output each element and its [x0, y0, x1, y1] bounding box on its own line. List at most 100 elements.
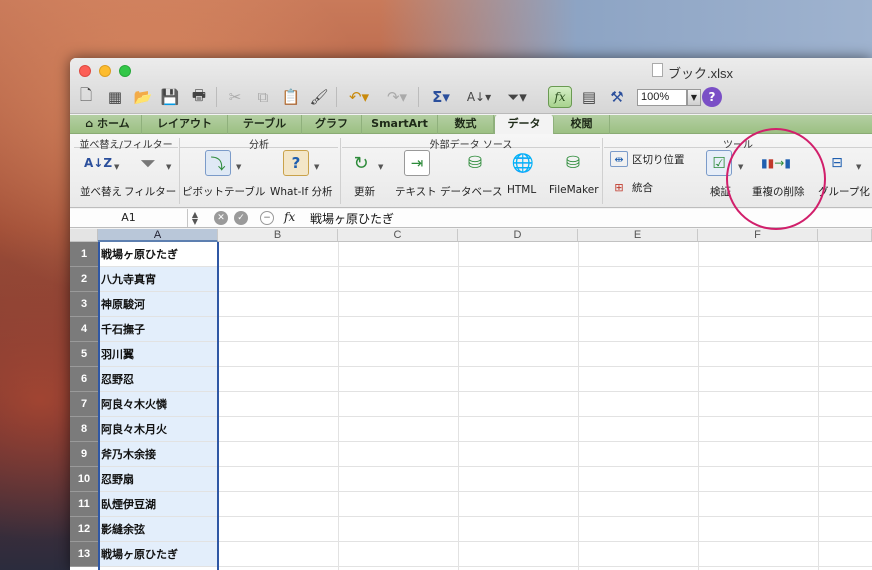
- cell-a5[interactable]: 羽川翼: [98, 342, 218, 367]
- row-header[interactable]: 8: [70, 417, 98, 442]
- undo-icon[interactable]: ↶▾: [344, 86, 374, 108]
- save-icon[interactable]: 💾: [160, 86, 180, 108]
- cell-a3[interactable]: 神原駿河: [98, 292, 218, 317]
- text-to-columns-button[interactable]: ⇹ 区切り位置: [610, 151, 685, 167]
- remove-duplicates-button[interactable]: ▮ ▮ → ▮: [758, 150, 794, 176]
- cell-a2[interactable]: 八九寺真宵: [98, 267, 218, 292]
- row-header[interactable]: 1: [70, 242, 98, 267]
- cell-a4[interactable]: 千石撫子: [98, 317, 218, 342]
- print-icon[interactable]: 🖶: [188, 86, 210, 108]
- sort-button[interactable]: A↓Z: [78, 150, 118, 176]
- toolbox-icon[interactable]: ⚒: [606, 86, 628, 108]
- cell-a1[interactable]: 戦場ヶ原ひたぎ: [98, 242, 218, 267]
- tab-data[interactable]: データ: [494, 115, 554, 134]
- column-header-f[interactable]: F: [698, 229, 818, 242]
- autosum-icon[interactable]: Σ▾: [426, 86, 456, 108]
- paste-icon[interactable]: 📋: [280, 86, 302, 108]
- help-icon[interactable]: ?: [702, 87, 722, 107]
- cell-a7[interactable]: 阿良々木火憐: [98, 392, 218, 417]
- tab-review[interactable]: 校閲: [554, 115, 610, 134]
- tab-layout[interactable]: レイアウト: [142, 115, 228, 134]
- copy-icon[interactable]: ⧉: [252, 86, 274, 108]
- row-header[interactable]: 11: [70, 492, 98, 517]
- row-header[interactable]: 4: [70, 317, 98, 342]
- cell-a13[interactable]: 戦場ヶ原ひたぎ: [98, 542, 218, 567]
- row-header[interactable]: 5: [70, 342, 98, 367]
- name-box[interactable]: A1: [70, 209, 188, 227]
- cell-a12[interactable]: 影縫余弦: [98, 517, 218, 542]
- column-header-b[interactable]: B: [218, 229, 338, 242]
- row-header[interactable]: 10: [70, 467, 98, 492]
- cell-a9[interactable]: 斧乃木余接: [98, 442, 218, 467]
- format-painter-icon[interactable]: 🖌: [308, 86, 330, 108]
- text-import-label: テキスト: [395, 186, 437, 198]
- cancel-icon[interactable]: ✕: [214, 211, 228, 225]
- chevron-down-icon[interactable]: ▼: [856, 163, 861, 171]
- cell-a6[interactable]: 忍野忍: [98, 367, 218, 392]
- maximize-button[interactable]: [119, 65, 131, 77]
- new-icon[interactable]: 🗋: [76, 86, 96, 108]
- redo-icon[interactable]: ↷▾: [382, 86, 412, 108]
- close-button[interactable]: [79, 65, 91, 77]
- what-if-button[interactable]: ?: [276, 150, 316, 176]
- chevron-down-icon[interactable]: ▼: [738, 163, 743, 171]
- chevron-down-icon[interactable]: ▼: [378, 163, 383, 171]
- column-header-a[interactable]: A: [98, 229, 218, 242]
- sort-icon[interactable]: A↓▾: [464, 86, 494, 108]
- minus-icon[interactable]: −: [260, 211, 274, 225]
- remove-duplicates-icon: ▮ ▮ → ▮: [761, 156, 791, 170]
- column-header-e[interactable]: E: [578, 229, 698, 242]
- chevron-down-icon[interactable]: ▼: [687, 89, 701, 106]
- row-header[interactable]: 2: [70, 267, 98, 292]
- validate-button[interactable]: ☑: [702, 150, 736, 176]
- column-header-g[interactable]: [818, 229, 872, 242]
- show-formula-icon[interactable]: ▤: [578, 86, 600, 108]
- fx-label[interactable]: fx: [284, 210, 295, 224]
- tab-home[interactable]: ⌂ ホーム: [74, 115, 142, 134]
- formula-value[interactable]: 戦場ヶ原ひたぎ: [310, 210, 394, 227]
- cell-a11[interactable]: 臥煙伊豆湖: [98, 492, 218, 517]
- row-header[interactable]: 13: [70, 542, 98, 567]
- cut-icon[interactable]: ✂: [224, 86, 246, 108]
- formula-bar: A1 ▲ ▼ ✕ ✓ − fx 戦場ヶ原ひたぎ: [70, 209, 872, 228]
- chevron-down-icon[interactable]: ▼: [236, 163, 241, 171]
- group-button[interactable]: ⊟: [820, 150, 854, 176]
- row-header[interactable]: 12: [70, 517, 98, 542]
- column-header-c[interactable]: C: [338, 229, 458, 242]
- tab-table[interactable]: テーブル: [228, 115, 302, 134]
- text-import-button[interactable]: ⇥: [400, 150, 434, 176]
- database-button[interactable]: ⛁: [458, 150, 492, 176]
- consolidate-button[interactable]: ⊞ 統合: [610, 179, 653, 195]
- row-header[interactable]: 3: [70, 292, 98, 317]
- gallery-icon[interactable]: ▦: [104, 86, 126, 108]
- tab-formulas[interactable]: 数式: [438, 115, 494, 134]
- row-header[interactable]: 9: [70, 442, 98, 467]
- row-header[interactable]: 6: [70, 367, 98, 392]
- column-header-d[interactable]: D: [458, 229, 578, 242]
- tab-smartart[interactable]: SmartArt: [362, 115, 438, 134]
- html-import-button[interactable]: 🌐: [506, 150, 540, 176]
- pivot-table-button[interactable]: ⤵: [198, 150, 238, 176]
- chevron-down-icon[interactable]: ▼: [114, 163, 119, 171]
- cell-a10[interactable]: 忍野扇: [98, 467, 218, 492]
- zoom-field[interactable]: 100%: [637, 89, 687, 106]
- consolidate-icon: ⊞: [614, 180, 624, 194]
- filter-button[interactable]: ⏷: [128, 150, 168, 176]
- home-icon: ⌂: [85, 117, 98, 130]
- tab-chart[interactable]: グラフ: [302, 115, 362, 134]
- row-header[interactable]: 7: [70, 392, 98, 417]
- chevron-down-icon[interactable]: ▼: [166, 163, 171, 171]
- select-all-corner[interactable]: [70, 229, 98, 242]
- chevron-down-icon[interactable]: ▼: [314, 163, 319, 171]
- cell-a8[interactable]: 阿良々木月火: [98, 417, 218, 442]
- filemaker-button[interactable]: ⛁: [556, 150, 590, 176]
- formula-builder-icon[interactable]: fx: [548, 86, 572, 108]
- filter-icon[interactable]: ⏷▾: [502, 86, 532, 108]
- document-icon: [652, 63, 663, 77]
- open-icon[interactable]: 📂: [132, 86, 154, 108]
- minimize-button[interactable]: [99, 65, 111, 77]
- desktop-sky: [380, 0, 872, 60]
- refresh-button[interactable]: ↻: [344, 150, 378, 176]
- name-box-stepper[interactable]: ▲ ▼: [188, 211, 202, 226]
- confirm-icon[interactable]: ✓: [234, 211, 248, 225]
